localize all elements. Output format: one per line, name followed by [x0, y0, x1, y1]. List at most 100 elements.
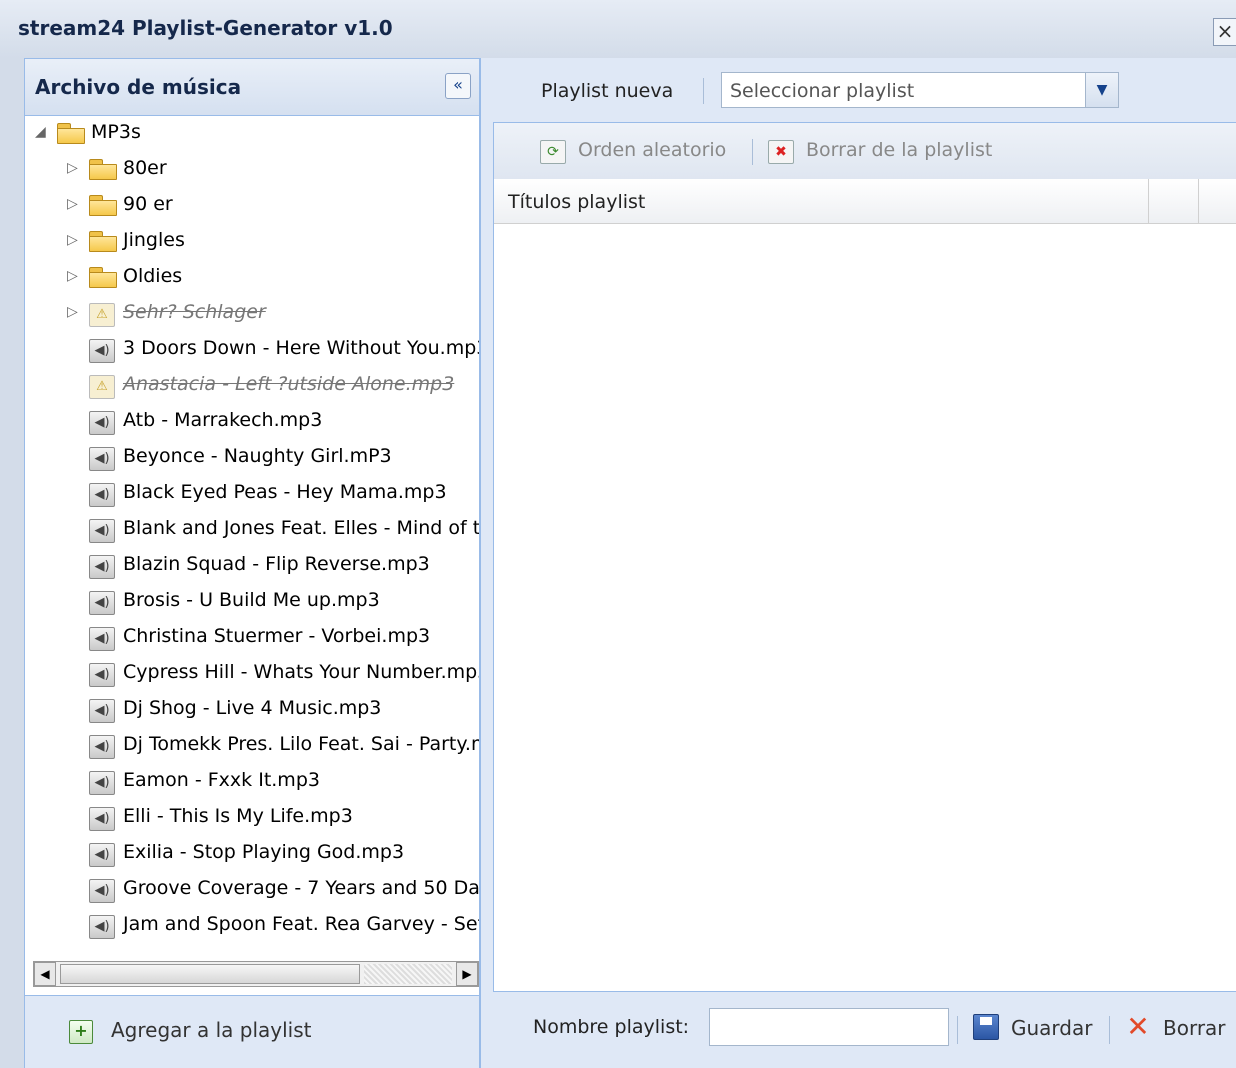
tree-file-node[interactable]: ◀) Dj Tomekk Pres. Lilo Feat. Sai - Party… — [25, 729, 479, 765]
tree-node-label: Atb - Marrakech.mp3 — [123, 409, 323, 431]
tree-file-node[interactable]: ◀) Jam and Spoon Feat. Rea Garvey - Set M… — [25, 909, 479, 945]
tree-node-label: Exilia - Stop Playing God.mp3 — [123, 841, 405, 863]
close-button[interactable]: × — [1213, 18, 1236, 46]
close-icon: × — [1216, 19, 1234, 43]
tree-file-node[interactable]: ◀) Cypress Hill - Whats Your Number.mp3 — [25, 657, 479, 693]
audio-file-icon: ◀) — [89, 843, 115, 867]
audio-file-icon: ◀) — [89, 411, 115, 435]
delete-x-icon: ✕ — [1126, 1010, 1150, 1043]
tree-node-label: Brosis - U Build Me up.mp3 — [123, 589, 380, 611]
playlist-name-label: Nombre playlist: — [533, 1016, 690, 1038]
audio-file-icon: ◀) — [89, 555, 115, 579]
tree-file-node[interactable]: ◀) Atb - Marrakech.mp3 — [25, 405, 479, 441]
scroll-right-icon: ▶ — [462, 967, 472, 981]
tree-file-node[interactable]: ◀) 3 Doors Down - Here Without You.mp3 — [25, 333, 479, 369]
audio-file-icon: ◀) — [89, 663, 115, 687]
expand-toggle-icon[interactable]: ▷ — [67, 232, 78, 248]
grid-header: Títulos playlist — [494, 179, 1236, 224]
expand-toggle-icon[interactable]: ▷ — [67, 196, 78, 212]
scrollbar-thumb[interactable] — [60, 964, 360, 984]
tree-node-label: Black Eyed Peas - Hey Mama.mp3 — [123, 481, 447, 503]
horizontal-scrollbar[interactable]: ◀ ▶ — [33, 961, 479, 987]
shuffle-label: Orden aleatorio — [578, 139, 727, 161]
audio-file-icon: ◀) — [89, 627, 115, 651]
add-icon: + — [69, 1020, 93, 1044]
audio-file-icon: ◀) — [89, 483, 115, 507]
chevron-down-icon: ▼ — [1096, 82, 1108, 98]
add-to-playlist-label: Agregar a la playlist — [111, 1018, 312, 1042]
tree-file-node[interactable]: ⚠ Anastacia - Left ?utside Alone.mp3 — [25, 369, 479, 405]
playlist-top-bar: Playlist nueva Seleccionar playlist ▼ — [481, 58, 1236, 122]
tree-file-node[interactable]: ◀) Elli - This Is My Life.mp3 — [25, 801, 479, 837]
window-title: stream24 Playlist-Generator v1.0 — [18, 16, 393, 40]
tree-folder-node[interactable]: ◢ MP3s — [25, 117, 479, 153]
delete-label: Borrar — [1163, 1016, 1226, 1040]
tree-node-label: 90 er — [123, 193, 173, 215]
folder-icon — [89, 159, 117, 180]
footer-separator — [1109, 1016, 1110, 1044]
tree-file-node[interactable]: ◀) Eamon - Fxxk It.mp3 — [25, 765, 479, 801]
select-playlist-combo[interactable]: Seleccionar playlist ▼ — [721, 72, 1119, 108]
warning-icon: ⚠ — [89, 303, 115, 327]
tree-node-label: Jam and Spoon Feat. Rea Garvey - Set Me … — [123, 913, 479, 935]
toolbar-separator — [752, 139, 753, 165]
left-footer: + Agregar a la playlist — [25, 995, 479, 1068]
expand-toggle-icon[interactable]: ▷ — [67, 304, 78, 320]
tree-folder-node[interactable]: ▷ 90 er — [25, 189, 479, 225]
save-disk-icon — [973, 1014, 999, 1040]
tree-node-label: 80er — [123, 157, 167, 179]
select-playlist-trigger[interactable]: ▼ — [1085, 73, 1118, 107]
tree-node-label: Elli - This Is My Life.mp3 — [123, 805, 353, 827]
tree-node-label: MP3s — [91, 121, 141, 143]
folder-icon — [89, 231, 117, 252]
music-tree: ◢ MP3s ▷ 80er ▷ 90 er ▷ Jingles ▷ Oldies ▷ ⚠ Sehr? S… — [25, 117, 479, 1013]
tree-file-node[interactable]: ◀) Brosis - U Build Me up.mp3 — [25, 585, 479, 621]
audio-file-icon: ◀) — [89, 735, 115, 759]
new-playlist-button[interactable]: Playlist nueva — [541, 80, 673, 102]
folder-icon — [89, 267, 117, 288]
tree-node-label: Oldies — [123, 265, 183, 287]
expand-toggle-icon[interactable]: ▷ — [67, 160, 78, 176]
remove-from-playlist-label: Borrar de la playlist — [806, 139, 993, 161]
music-archive-panel: Archivo de música « ◢ MP3s ▷ 80er ▷ 90 er ▷ Jin… — [24, 58, 480, 1068]
tree-node-label: Sehr? Schlager — [123, 301, 266, 323]
tree-file-node[interactable]: ◀) Beyonce - Naughty Girl.mP3 — [25, 441, 479, 477]
tree-file-node[interactable]: ◀) Groove Coverage - 7 Years and 50 Days.… — [25, 873, 479, 909]
expand-toggle-icon[interactable]: ▷ — [67, 268, 78, 284]
tree-node-label: Anastacia - Left ?utside Alone.mp3 — [123, 373, 455, 395]
warning-icon: ⚠ — [89, 375, 115, 399]
tree-folder-node[interactable]: ▷ 80er — [25, 153, 479, 189]
tree-node-label: Eamon - Fxxk It.mp3 — [123, 769, 320, 791]
playlist-name-input[interactable] — [709, 1008, 949, 1046]
tree-file-node[interactable]: ◀) Black Eyed Peas - Hey Mama.mp3 — [25, 477, 479, 513]
select-playlist-placeholder: Seleccionar playlist — [730, 80, 915, 102]
collapse-button[interactable]: « — [445, 73, 471, 99]
playlist-panel: Playlist nueva Seleccionar playlist ▼ ⟳ … — [480, 58, 1236, 1068]
tree-node-label: Dj Shog - Live 4 Music.mp3 — [123, 697, 382, 719]
tree-file-node[interactable]: ◀) Blazin Squad - Flip Reverse.mp3 — [25, 549, 479, 585]
column-header-titles[interactable]: Títulos playlist — [508, 191, 645, 213]
scroll-left-arrow[interactable]: ◀ — [34, 962, 56, 986]
tree-node-label: Christina Stuermer - Vorbei.mp3 — [123, 625, 431, 647]
expand-toggle-icon[interactable]: ◢ — [35, 124, 46, 140]
save-label: Guardar — [1011, 1016, 1093, 1040]
tree-folder-node[interactable]: ▷ Jingles — [25, 225, 479, 261]
audio-file-icon: ◀) — [89, 879, 115, 903]
tree-file-node[interactable]: ◀) Dj Shog - Live 4 Music.mp3 — [25, 693, 479, 729]
scroll-right-arrow[interactable]: ▶ — [456, 962, 478, 986]
tree-file-node[interactable]: ◀) Christina Stuermer - Vorbei.mp3 — [25, 621, 479, 657]
tree-file-node[interactable]: ◀) Exilia - Stop Playing God.mp3 — [25, 837, 479, 873]
scrollbar-track[interactable] — [364, 964, 452, 984]
column-divider — [1148, 179, 1149, 223]
collapse-icon: « — [453, 75, 463, 94]
grid-toolbar: ⟳ Orden aleatorio ✖ Borrar de la playlis… — [494, 123, 1236, 180]
column-divider — [1198, 179, 1199, 223]
tree-file-node[interactable]: ◀) Blank and Jones Feat. Elles - Mind of … — [25, 513, 479, 549]
playlist-grid-panel: ⟳ Orden aleatorio ✖ Borrar de la playlis… — [493, 122, 1236, 992]
tree-file-node[interactable]: ▷ ⚠ Sehr? Schlager — [25, 297, 479, 333]
shuffle-icon: ⟳ — [540, 140, 566, 164]
tree-node-label: Cypress Hill - Whats Your Number.mp3 — [123, 661, 479, 683]
tree-folder-node[interactable]: ▷ Oldies — [25, 261, 479, 297]
window-titlebar: stream24 Playlist-Generator v1.0 × — [0, 0, 1236, 59]
panel-title: Archivo de música — [35, 75, 242, 99]
